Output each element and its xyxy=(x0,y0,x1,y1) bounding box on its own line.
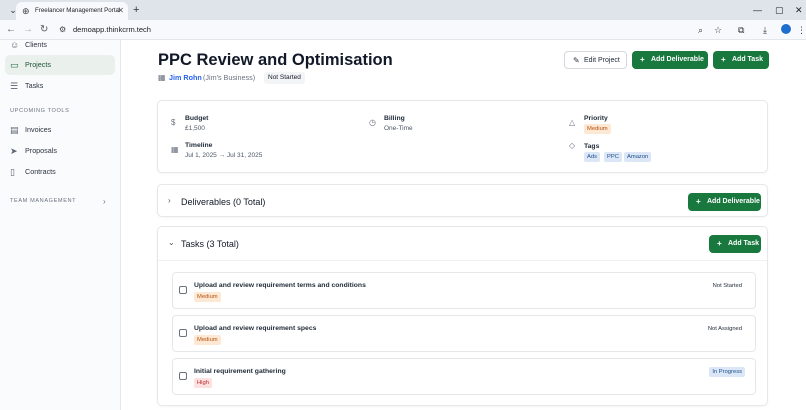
client-link[interactable]: Jim Rohn xyxy=(169,72,202,84)
clock-icon: ◷ xyxy=(369,118,376,127)
tasks-title[interactable]: Tasks (3 Total) xyxy=(181,238,239,250)
puzzle-icon[interactable]: ⧉ xyxy=(738,24,744,36)
section-team-management[interactable]: TEAM MANAGEMENT xyxy=(10,197,76,205)
budget-value: £1,500 xyxy=(185,125,205,132)
sidebar-item-tasks[interactable]: ☰ Tasks xyxy=(5,76,115,96)
button-label: Add Task xyxy=(728,240,759,247)
priority-label: Priority xyxy=(584,115,608,122)
browser-tabstrip: ⌄ ⊕ Freelancer Management Portal ✕ + — ▢… xyxy=(0,0,806,20)
client-business: (Jim's Business) xyxy=(203,73,256,82)
button-label: Add Task xyxy=(732,56,763,63)
sidebar-item-projects[interactable]: ▭ Projects xyxy=(5,55,115,75)
calendar-icon: ▦ xyxy=(171,145,179,154)
dollar-icon: $ xyxy=(171,118,176,127)
tag-badge: Amazon xyxy=(624,152,652,162)
task-status-badge: Not Started xyxy=(712,283,742,289)
sidebar-item-label: Contracts xyxy=(25,167,56,176)
task-priority-badge: High xyxy=(194,378,212,388)
task-row[interactable]: Upload and review requirement terms and … xyxy=(172,272,756,309)
button-label: Add Deliverable xyxy=(651,56,704,63)
sidebar-item-label: Clients xyxy=(25,40,47,49)
plus-icon: + xyxy=(721,55,726,64)
task-status-badge: In Progress xyxy=(709,367,745,377)
avatar-icon[interactable] xyxy=(780,23,792,35)
edit-icon: ✎ xyxy=(573,56,580,65)
add-task-button[interactable]: + Add Task xyxy=(709,235,761,253)
sidebar-item-label: Invoices xyxy=(25,125,52,134)
task-title[interactable]: Upload and review requirement terms and … xyxy=(194,281,366,290)
task-row[interactable]: Upload and review requirement specs Medi… xyxy=(172,315,756,352)
chevron-right-icon[interactable]: › xyxy=(168,196,171,206)
send-icon: ➤ xyxy=(10,146,18,156)
timeline-value: Jul 1, 2025 → Jul 31, 2025 xyxy=(185,152,263,159)
billing-label: Billing xyxy=(384,115,405,122)
task-checkbox[interactable] xyxy=(179,286,187,294)
plus-icon: + xyxy=(717,239,722,248)
plus-icon: + xyxy=(640,55,645,64)
minimize-icon[interactable]: — xyxy=(753,3,762,17)
sidebar-item-label: Projects xyxy=(25,60,51,69)
globe-icon: ⊕ xyxy=(22,6,30,16)
tag-icon: ◇ xyxy=(569,141,576,150)
close-icon[interactable]: ✕ xyxy=(117,6,124,16)
users-icon: ☺ xyxy=(10,40,20,50)
status-badge: Not Started xyxy=(264,72,305,84)
sidebar-item-label: Proposals xyxy=(25,146,57,155)
building-icon: ▦ xyxy=(158,73,166,82)
address-bar[interactable]: demoapp.thinkcrm.tech xyxy=(73,25,151,35)
menu-icon[interactable]: ⋮ xyxy=(797,24,806,36)
add-deliverable-button[interactable]: + Add Deliverable xyxy=(688,193,761,211)
sidebar-item-contracts[interactable]: ▯ Contracts xyxy=(5,162,115,182)
budget-label: Budget xyxy=(185,115,209,122)
close-window-icon[interactable]: ✕ xyxy=(795,3,803,17)
tag-badge: PPC xyxy=(604,152,622,162)
plus-icon: + xyxy=(696,197,701,206)
button-label: Add Deliverable xyxy=(707,198,760,205)
download-icon[interactable]: ⤓ xyxy=(763,24,767,36)
zoom-icon[interactable]: ⌕ xyxy=(698,24,703,36)
sidebar-item-invoices[interactable]: ▤ Invoices xyxy=(5,120,115,140)
task-title[interactable]: Initial requirement gathering xyxy=(194,367,286,376)
divider xyxy=(158,260,767,261)
new-tab-icon[interactable]: + xyxy=(133,3,139,17)
browser-tab[interactable]: ⊕ Freelancer Management Portal ✕ xyxy=(16,2,128,20)
sidebar-item-label: Tasks xyxy=(25,81,44,90)
section-upcoming-tools: UPCOMING TOOLS xyxy=(10,108,70,114)
task-checkbox[interactable] xyxy=(179,329,187,337)
button-label: Edit Project xyxy=(584,57,620,64)
edit-project-button[interactable]: ✎ Edit Project xyxy=(564,51,627,69)
task-priority-badge: Medium xyxy=(194,335,221,345)
task-checkbox[interactable] xyxy=(179,372,187,380)
billing-value: One-Time xyxy=(384,125,413,132)
chevron-down-icon[interactable]: ⌄ xyxy=(168,238,175,248)
add-task-button[interactable]: + Add Task xyxy=(713,51,769,69)
maximize-icon[interactable]: ▢ xyxy=(775,3,784,17)
clipboard-icon: ☰ xyxy=(10,81,19,91)
tab-title: Freelancer Management Portal xyxy=(35,7,121,14)
document-icon: ▯ xyxy=(10,167,15,177)
tags-label: Tags xyxy=(584,143,600,150)
task-priority-badge: Medium xyxy=(194,292,221,302)
priority-badge: Medium xyxy=(584,124,611,134)
project-details-card: $ Budget £1,500 ▦ Timeline Jul 1, 2025 →… xyxy=(157,100,768,173)
alert-triangle-icon: △ xyxy=(569,118,576,127)
deliverables-title[interactable]: Deliverables (0 Total) xyxy=(181,196,265,208)
chevron-right-icon[interactable]: › xyxy=(103,197,106,207)
star-icon[interactable]: ☆ xyxy=(714,24,722,36)
page-title: PPC Review and Optimisation xyxy=(158,51,393,69)
folder-icon: ▭ xyxy=(10,60,19,70)
task-row[interactable]: Initial requirement gathering High In Pr… xyxy=(172,358,756,395)
add-deliverable-button[interactable]: + Add Deliverable xyxy=(632,51,708,69)
sidebar-item-proposals[interactable]: ➤ Proposals xyxy=(5,141,115,161)
invoice-icon: ▤ xyxy=(10,125,19,135)
tasks-section: ⌄ Tasks (3 Total) + Add Task Upload and … xyxy=(157,226,768,406)
timeline-label: Timeline xyxy=(185,142,213,149)
task-status-badge: Not Assigned xyxy=(707,326,742,332)
deliverables-section: › Deliverables (0 Total) + Add Deliverab… xyxy=(157,184,768,217)
sidebar: ☺ Clients ▭ Projects ☰ Tasks UPCOMING TO… xyxy=(0,40,121,410)
browser-toolbar: ← → ↻ ⚙ demoapp.thinkcrm.tech ⌕ ☆ ⧉ ⤓ ⋮ xyxy=(0,20,806,40)
sidebar-item-clients[interactable]: ☺ Clients xyxy=(5,35,115,55)
tag-badge: Ads xyxy=(584,152,600,162)
task-title[interactable]: Upload and review requirement specs xyxy=(194,324,316,333)
